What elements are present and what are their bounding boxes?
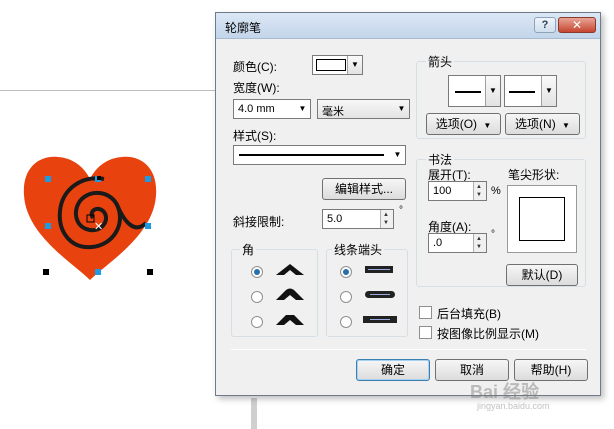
cap-style-icons <box>363 266 397 323</box>
unit-select[interactable]: 毫米 ▼ <box>317 99 410 119</box>
start-arrow-preview <box>455 91 481 93</box>
angle-unit: ° <box>491 229 495 240</box>
node-handle <box>45 176 51 182</box>
title-help-button[interactable]: ? <box>534 17 556 33</box>
miter-corner-icon <box>276 264 304 275</box>
corner-radio-round[interactable] <box>251 291 263 303</box>
cap-radio-round[interactable] <box>340 291 352 303</box>
bevel-corner-icon <box>276 315 304 325</box>
end-arrow-preview <box>509 91 535 93</box>
chevron-down-icon: ▼ <box>562 121 570 130</box>
miter-value: 5.0 <box>327 213 343 225</box>
stretch-unit: % <box>491 185 501 197</box>
outline-pen-dialog: 轮廓笔 ? ✕ 颜色(C): ▼ 宽度(W): 4.0 mm ▼ 毫米 ▼ 样式… <box>215 12 601 396</box>
node-handle <box>145 223 151 229</box>
end-arrow-select[interactable]: ▼ <box>504 75 557 107</box>
corner-style-icons <box>276 264 304 325</box>
scale-with-image-checkbox[interactable] <box>419 326 432 339</box>
angle-value: .0 <box>433 237 443 249</box>
width-value: 4.0 mm <box>238 103 275 115</box>
default-button[interactable]: 默认(D) <box>506 264 578 286</box>
linecaps-label: 线条端头 <box>332 241 385 258</box>
color-label: 颜色(C): <box>233 60 277 74</box>
start-arrow-options-button[interactable]: 选项(O) ▼ <box>426 113 501 135</box>
nib-square <box>519 197 565 241</box>
chevron-down-icon: ▼ <box>483 121 492 130</box>
ok-button[interactable]: 确定 <box>356 359 430 381</box>
start-arrow-options-label: 选项(O) <box>435 117 478 131</box>
chevron-down-icon: ▼ <box>541 76 556 106</box>
title-bar[interactable]: 轮廓笔 ? ✕ <box>216 13 600 39</box>
chevron-down-icon: ▼ <box>390 146 405 164</box>
selection-handle <box>147 269 153 275</box>
cap-radio-butt[interactable] <box>340 266 352 278</box>
color-swatch <box>316 59 346 71</box>
canvas-scrollbar[interactable] <box>251 398 257 429</box>
unit-value: 毫米 <box>322 106 344 118</box>
spin-buttons[interactable]: ▲ ▼ <box>380 210 393 228</box>
selection-handle <box>97 176 101 180</box>
corners-label: 角 <box>240 241 257 258</box>
spin-buttons[interactable]: ▲ ▼ <box>473 234 486 252</box>
chevron-down-icon: ▼ <box>485 76 500 106</box>
spin-buttons[interactable]: ▲ ▼ <box>473 182 486 200</box>
nib-shape-preview[interactable] <box>507 185 577 253</box>
miter-input[interactable]: 5.0 ▲ ▼ <box>322 209 394 229</box>
chevron-down-icon: ▼ <box>397 104 406 113</box>
stretch-value: 100 <box>433 185 452 197</box>
close-button[interactable]: ✕ <box>558 17 596 33</box>
width-label: 宽度(W): <box>233 81 280 95</box>
cap-radio-square[interactable] <box>340 316 352 328</box>
nib-shape-label: 笔尖形状: <box>508 168 560 182</box>
chevron-down-icon: ▼ <box>295 100 310 118</box>
node-handle <box>45 223 51 229</box>
guide-line <box>0 90 215 91</box>
color-picker[interactable]: ▼ <box>312 55 363 75</box>
chevron-down-icon: ▼ <box>347 56 362 74</box>
behind-fill-label: 后台填充(B) <box>437 307 501 321</box>
miter-unit: ° <box>399 205 403 216</box>
node-handle <box>95 269 101 275</box>
footer-separator <box>231 349 586 350</box>
start-arrow-select[interactable]: ▼ <box>448 75 501 107</box>
end-arrow-options-button[interactable]: 选项(N) ▼ <box>505 113 580 135</box>
round-corner-icon <box>276 288 304 300</box>
line-style-preview <box>239 154 384 156</box>
heart-shape[interactable]: ✕ <box>18 145 163 285</box>
corner-radio-bevel[interactable] <box>251 316 263 328</box>
end-arrow-options-label: 选项(N) <box>515 117 556 131</box>
width-select[interactable]: 4.0 mm ▼ <box>233 99 311 119</box>
node-handle <box>145 176 151 182</box>
stretch-input[interactable]: 100 ▲ ▼ <box>428 181 487 201</box>
edit-style-button[interactable]: 编辑样式... <box>322 178 406 200</box>
corner-radio-miter[interactable] <box>251 266 263 278</box>
heart-body <box>23 156 157 280</box>
miter-label: 斜接限制: <box>233 215 285 229</box>
angle-input[interactable]: .0 ▲ ▼ <box>428 233 487 253</box>
dialog-title: 轮廓笔 <box>225 21 262 35</box>
arrows-label: 箭头 <box>426 53 455 70</box>
center-x-mark: ✕ <box>94 220 103 233</box>
behind-fill-checkbox[interactable] <box>419 306 432 319</box>
style-label: 样式(S): <box>233 129 277 143</box>
selection-handle <box>43 269 49 275</box>
watermark-url: jingyan.baidu.com <box>477 401 550 411</box>
scale-with-image-label: 按图像比例显示(M) <box>437 327 539 341</box>
line-style-select[interactable]: ▼ <box>233 145 406 165</box>
